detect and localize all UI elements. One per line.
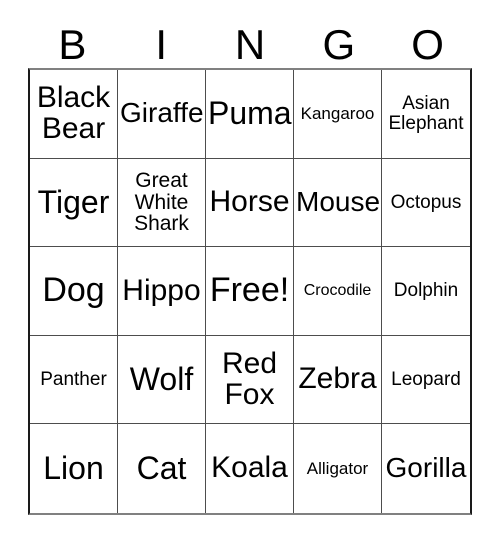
bingo-cell-free-space[interactable]: Free! [206, 247, 294, 336]
bingo-cell[interactable]: Leopard [382, 335, 470, 425]
bingo-cell[interactable]: Red Fox [206, 335, 294, 425]
bingo-cell[interactable]: Giraffe [118, 70, 206, 159]
bingo-card: B I N G O Black Bear Giraffe Puma Kangaroo Asian… [0, 0, 500, 544]
bingo-cell[interactable]: Black Bear [30, 70, 118, 159]
bingo-cell-label: Black Bear [36, 80, 111, 145]
bingo-cell-label: Dog [42, 271, 105, 310]
bingo-cell[interactable]: Crocodile [294, 247, 382, 336]
bingo-cell[interactable]: Hippo [118, 247, 206, 336]
bingo-cell[interactable]: Mouse [294, 158, 382, 248]
bingo-cell[interactable]: Lion [30, 424, 118, 513]
bingo-cell-label: Mouse [296, 185, 381, 217]
bingo-cell-label: Wolf [129, 361, 194, 398]
bingo-cell[interactable]: Dolphin [382, 247, 470, 336]
bingo-cell[interactable]: Kangaroo [294, 70, 382, 159]
bingo-header-letter-b: B [58, 21, 87, 68]
bingo-cell[interactable]: Gorilla [382, 424, 470, 513]
bingo-cell-label: Horse [209, 184, 290, 218]
bingo-cell[interactable]: Horse [206, 158, 294, 248]
bingo-cell-label: Puma [208, 95, 292, 132]
bingo-cell[interactable]: Wolf [118, 335, 206, 425]
bingo-cell-label: Red Fox [221, 346, 278, 411]
bingo-cell[interactable]: Panther [30, 335, 118, 425]
bingo-header-letter-i: I [155, 21, 168, 68]
bingo-header: BINGO [28, 12, 472, 68]
bingo-cell[interactable]: Puma [206, 70, 294, 159]
bingo-cell-label: Tiger [37, 183, 110, 220]
bingo-cell-label: Alligator [306, 458, 369, 478]
bingo-cell-label: Koala [211, 451, 288, 485]
bingo-cell-label: Great White Shark [134, 168, 189, 236]
bingo-cell-label: Leopard [391, 368, 461, 390]
bingo-cell-label: Octopus [390, 191, 462, 213]
bingo-cell-label: Free! [209, 271, 290, 310]
bingo-header-letter-o: O [411, 21, 444, 68]
bingo-grid: Black Bear Giraffe Puma Kangaroo Asian Eleph… [28, 68, 472, 515]
bingo-cell[interactable]: Zebra [294, 335, 382, 425]
bingo-cell-label: Cat [136, 450, 187, 487]
bingo-cell[interactable]: Asian Elephant [382, 70, 470, 159]
bingo-cell-label: Giraffe [120, 97, 204, 129]
bingo-cell-label: Gorilla [385, 452, 467, 484]
bingo-cell[interactable]: Alligator [294, 424, 382, 513]
bingo-cell[interactable]: Cat [118, 424, 206, 513]
bingo-cell-label: Kangaroo [300, 104, 375, 124]
bingo-cell-label: Asian Elephant [388, 93, 464, 134]
bingo-header-letter-n: N [234, 21, 266, 68]
bingo-cell[interactable]: Koala [206, 424, 294, 513]
bingo-cell[interactable]: Dog [30, 247, 118, 336]
bingo-header-letter-g: G [322, 21, 356, 68]
bingo-cell-label: Zebra [298, 362, 377, 396]
bingo-cell-label: Dolphin [393, 280, 459, 302]
bingo-cell-label: Lion [43, 450, 104, 487]
bingo-cell[interactable]: Octopus [382, 158, 470, 248]
bingo-cell-label: Panther [40, 368, 107, 390]
bingo-cell[interactable]: Great White Shark [118, 158, 206, 248]
bingo-cell-label: Crocodile [303, 281, 372, 299]
bingo-cell-label: Hippo [122, 273, 201, 307]
bingo-cell[interactable]: Tiger [30, 158, 118, 248]
